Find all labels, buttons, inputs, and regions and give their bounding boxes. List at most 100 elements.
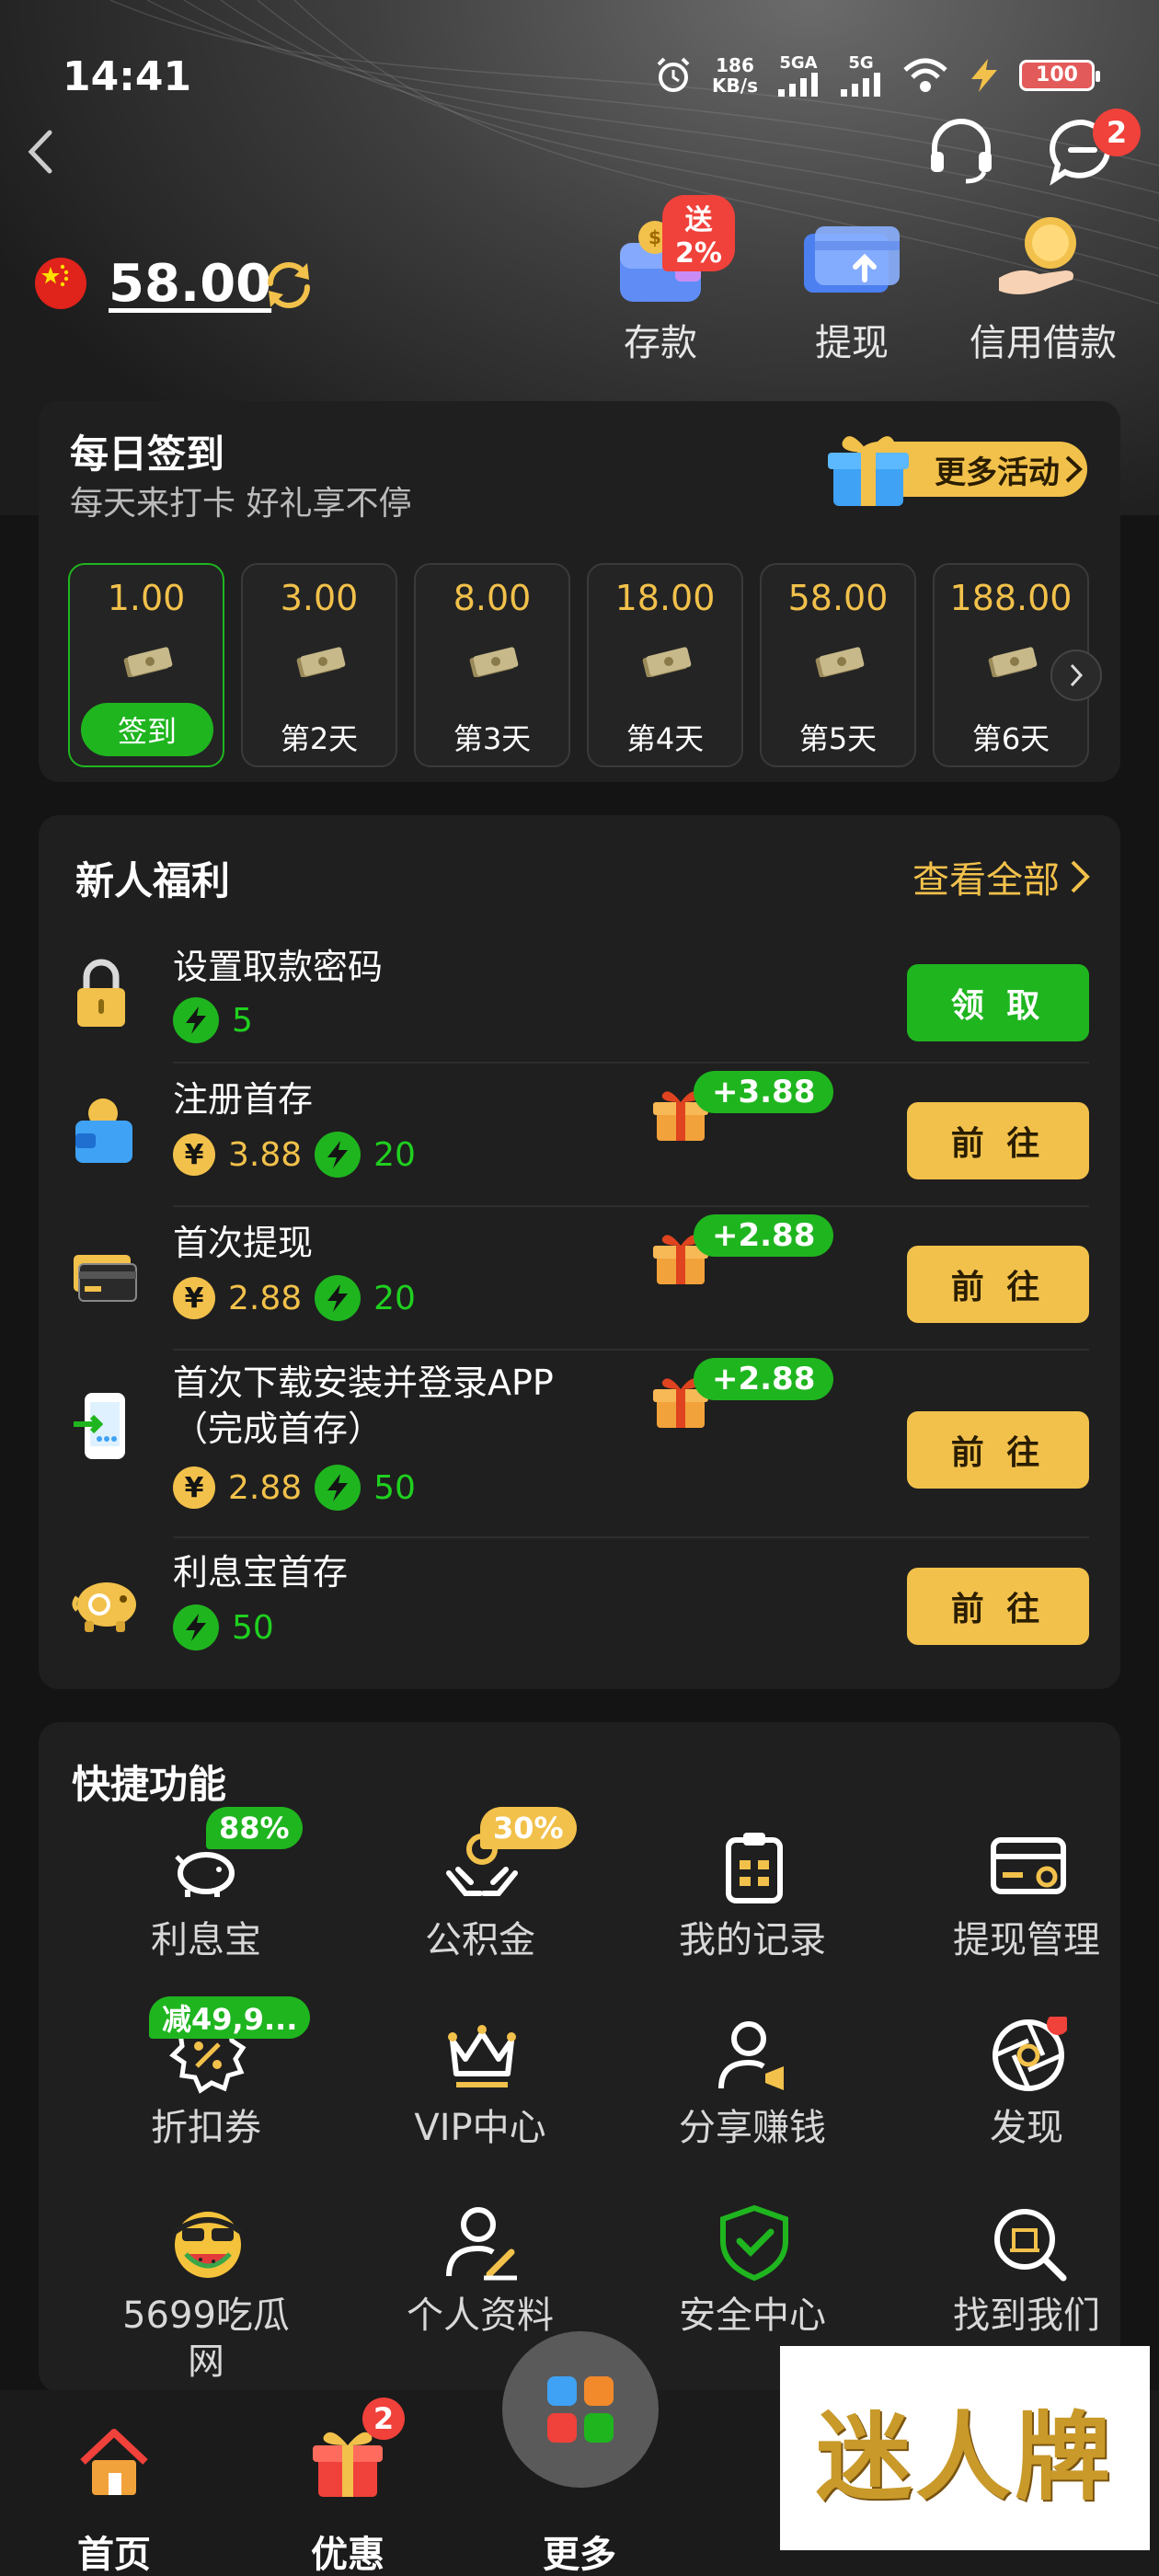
more-fab-button[interactable] (502, 2331, 659, 2488)
wifi-icon (903, 58, 947, 92)
bank-cards-icon (74, 1255, 137, 1302)
energy-bolt-icon (315, 1132, 361, 1178)
cards-upload-icon (804, 226, 900, 293)
svg-text:$: $ (648, 226, 661, 248)
energy-bolt-icon (173, 997, 219, 1043)
task-rewards: 50 (173, 1604, 274, 1650)
wallet-coin-icon (75, 1098, 132, 1163)
task-rewards: ¥ 2.88 20 (173, 1275, 416, 1321)
charging-bolt-icon (971, 58, 997, 92)
padlock-icon (77, 959, 125, 1027)
gift-box-icon (828, 436, 909, 506)
claim-button[interactable]: 领 取 (907, 964, 1089, 1041)
task-download-app: 首次下载安装并登录APP （完成首存） ¥ 2.88 50 +2.88 前 往 (39, 1351, 1120, 1535)
view-all-link[interactable]: 查看全部 (912, 850, 1091, 903)
refresh-icon[interactable] (261, 258, 316, 313)
offers-badge: 2 (362, 2398, 405, 2440)
signal-5g: 5G (839, 53, 883, 97)
sign-in-button[interactable]: 签到 (81, 703, 213, 756)
more-activities-label: 更多活动 (935, 454, 1060, 491)
piggy-bank-icon (72, 1582, 136, 1632)
cash-icon (296, 647, 346, 677)
deposit-label: 存款 (624, 322, 697, 364)
energy-bolt-icon (315, 1275, 361, 1321)
task-rewards: 5 (173, 997, 253, 1043)
user-megaphone-icon (718, 2021, 784, 2090)
status-icons: 186 KB/s 5GA 5G 100 (653, 53, 1100, 97)
checkin-day-1[interactable]: 1.00 签到 (68, 563, 224, 767)
alarm-icon (657, 57, 690, 92)
daily-checkin-card: 每日签到 每天来打卡 好礼享不停 更多活动 1.00 签到 3.00 第2天 8… (39, 401, 1120, 782)
headset-icon[interactable] (925, 115, 997, 187)
task-set-password: 设置取款密码 5 领 取 (39, 933, 1120, 1062)
signal-bars-icon (778, 73, 818, 97)
quick-badge: 88% (206, 1807, 303, 1849)
grid-apps-icon (547, 2376, 614, 2443)
go-button[interactable]: 前 往 (907, 1102, 1089, 1179)
checkin-day-5[interactable]: 58.00 第5天 (760, 563, 916, 767)
go-button[interactable]: 前 往 (907, 1568, 1089, 1645)
checkin-subtitle: 每天来打卡 好礼享不停 (70, 485, 412, 523)
cash-icon (469, 647, 519, 677)
cash-icon (815, 647, 865, 677)
shield-check-icon (720, 2204, 788, 2282)
coin-icon: ¥ (173, 1277, 215, 1319)
net-speed: 186 KB/s (712, 53, 758, 97)
chevron-right-icon (1070, 663, 1084, 687)
task-rewards: ¥ 2.88 50 (173, 1465, 416, 1511)
crown-icon (448, 2025, 516, 2087)
withdraw-label: 提现 (815, 322, 889, 364)
signal-5ga: 5GA (776, 53, 820, 97)
quick-functions-card: 快捷功能 88% 利息宝 30% 公积金 我的记录 提现管理 减49,9... … (39, 1722, 1120, 2392)
coin-icon: ¥ (173, 1466, 215, 1509)
quick-title: 快捷功能 (72, 1762, 227, 1807)
search-building-icon (994, 2209, 1067, 2282)
days-scroll-right-button[interactable] (1050, 650, 1102, 701)
newbie-benefits-card: 新人福利 查看全部 设置取款密码 5 领 取 注册首存 ¥ 3.88 20 +3… (39, 815, 1120, 1689)
back-icon[interactable] (24, 127, 57, 177)
go-button[interactable]: 前 往 (907, 1411, 1089, 1489)
checkin-title: 每日签到 (70, 431, 225, 477)
task-interest-deposit: 利息宝首存 50 前 往 (39, 1538, 1120, 1682)
coin-icon: ¥ (173, 1133, 215, 1176)
status-time: 14:41 (63, 53, 192, 100)
clipboard-icon (726, 1833, 783, 1903)
battery-indicator: 100 (1019, 59, 1100, 91)
task-name: 利息宝首存 (173, 1552, 349, 1593)
task-first-withdraw: 首次提现 ¥ 2.88 20 +2.88 前 往 (39, 1207, 1120, 1351)
energy-bolt-icon (173, 1604, 219, 1650)
house-icon (80, 2429, 148, 2495)
user-edit-icon (446, 2207, 517, 2281)
task-name: 注册首存 (173, 1079, 314, 1120)
credit-loan-label: 信用借款 (970, 322, 1117, 364)
quick-badge: 减49,9... (149, 1996, 311, 2039)
checkin-day-4[interactable]: 18.00 第4天 (587, 563, 743, 767)
cash-icon (123, 647, 173, 677)
deposit-bonus-badge: 送2% (662, 195, 735, 271)
task-first-deposit: 注册首存 ¥ 3.88 20 +3.88 前 往 (39, 1064, 1120, 1207)
energy-bolt-icon (315, 1465, 361, 1511)
cash-icon (642, 647, 692, 677)
newbie-title: 新人福利 (75, 858, 231, 903)
checkin-day-3[interactable]: 8.00 第3天 (414, 563, 570, 767)
card-gear-icon (991, 1837, 1066, 1894)
quick-badge: 30% (480, 1807, 577, 1849)
checkin-day-2[interactable]: 3.00 第2天 (241, 563, 397, 767)
watermark-logo: 迷人牌 (780, 2346, 1150, 2550)
phone-download-icon (74, 1393, 125, 1459)
hand-coin-icon (999, 217, 1076, 294)
chevron-right-icon (1065, 455, 1083, 483)
watermelon-emoji-icon (173, 2212, 243, 2278)
task-name: 首次提现 (173, 1223, 314, 1263)
task-name: 设置取款密码 (173, 947, 384, 987)
cash-icon (988, 647, 1038, 677)
balance-amount[interactable]: 58.00 (109, 254, 271, 314)
task-rewards: ¥ 3.88 20 (173, 1132, 416, 1178)
chevron-right-icon (1071, 860, 1090, 893)
task-name: 首次下载安装并登录APP （完成首存） (173, 1363, 554, 1449)
aperture-icon (993, 2017, 1067, 2091)
china-flag-icon (35, 258, 86, 309)
message-badge: 2 (1093, 109, 1141, 156)
go-button[interactable]: 前 往 (907, 1246, 1089, 1323)
signal-bars-icon (841, 73, 880, 97)
